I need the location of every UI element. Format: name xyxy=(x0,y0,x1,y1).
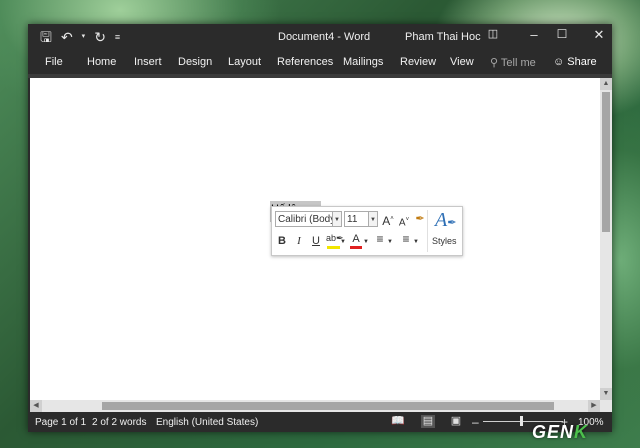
highlight-dropdown-icon[interactable]: ▼ xyxy=(340,235,346,249)
user-name[interactable]: Pham Thai Hoc xyxy=(405,31,481,43)
close-icon[interactable]: ✕ xyxy=(589,27,609,43)
zoom-slider-thumb[interactable] xyxy=(520,416,523,426)
tab-review[interactable]: Review xyxy=(400,56,436,68)
numbering-icon[interactable]: ≡ xyxy=(399,232,413,246)
genk-watermark-logo: GENK xyxy=(532,422,589,442)
title-bar: 🖫 ↶ ▾ ↻ ≡ Document4 - Word Pham Thai Hoc… xyxy=(28,24,612,50)
mini-toolbar: Calibri (Body) ▼ 11 ▼ A˄ A˅ ✒ B I U ab✒ … xyxy=(271,206,463,256)
mini-toolbar-divider xyxy=(427,210,428,252)
lightbulb-icon: ⚲ xyxy=(490,57,499,69)
numbering-dropdown-icon[interactable]: ▼ xyxy=(413,235,419,249)
tab-layout[interactable]: Layout xyxy=(228,56,261,68)
tab-file[interactable]: File xyxy=(45,56,63,68)
quick-access-toolbar: 🖫 ↶ ▾ ↻ ≡ xyxy=(40,28,120,46)
save-icon[interactable]: 🖫 xyxy=(40,28,52,46)
vertical-scroll-thumb[interactable] xyxy=(602,92,610,232)
status-bar: Page 1 of 1 2 of 2 words English (United… xyxy=(28,412,612,432)
page-count[interactable]: Page 1 of 1 xyxy=(35,417,86,428)
word-count[interactable]: 2 of 2 words xyxy=(92,417,146,428)
highlight-color-bar xyxy=(327,246,340,249)
font-color-dropdown-icon[interactable]: ▼ xyxy=(363,235,369,249)
undo-icon[interactable]: ↶ xyxy=(61,28,73,46)
tab-design[interactable]: Design xyxy=(178,56,212,68)
tab-view[interactable]: View xyxy=(450,56,474,68)
tab-home[interactable]: Home xyxy=(87,56,116,68)
scroll-left-icon[interactable]: ◀ xyxy=(30,400,42,412)
horizontal-scrollbar[interactable]: ◀ ▶ xyxy=(30,400,600,412)
underline-icon[interactable]: U xyxy=(310,234,322,248)
styles-icon[interactable]: A✒ xyxy=(435,209,456,232)
person-icon: ☺ xyxy=(553,56,565,68)
maximize-icon[interactable]: ☐ xyxy=(552,27,572,41)
scroll-up-icon[interactable]: ▲ xyxy=(600,78,612,90)
horizontal-scroll-thumb[interactable] xyxy=(102,402,554,410)
redo-icon[interactable]: ↻ xyxy=(94,28,106,46)
scrollbar-corner xyxy=(600,400,612,412)
web-layout-icon[interactable]: ▣ xyxy=(449,415,463,428)
font-color-icon[interactable]: A xyxy=(350,232,362,246)
highlight-icon[interactable]: ab✒ xyxy=(326,231,344,245)
language-indicator[interactable]: English (United States) xyxy=(156,417,258,428)
share-button[interactable]: ☺ Share xyxy=(553,52,603,72)
grow-font-icon[interactable]: A˄ xyxy=(382,212,394,228)
zoom-out-icon[interactable]: – xyxy=(472,415,479,429)
minimize-icon[interactable]: – xyxy=(524,27,544,42)
document-title: Document4 - Word xyxy=(278,31,371,43)
tab-mailings[interactable]: Mailings xyxy=(343,56,383,68)
tab-references[interactable]: References xyxy=(277,56,333,68)
undo-dropdown-icon[interactable]: ▾ xyxy=(82,28,86,46)
word-window: 🖫 ↶ ▾ ↻ ≡ Document4 - Word Pham Thai Hoc… xyxy=(28,24,612,432)
font-size-dropdown-icon[interactable]: ▼ xyxy=(368,211,378,227)
styles-label[interactable]: Styles xyxy=(432,236,457,246)
italic-icon[interactable]: I xyxy=(293,234,305,248)
tab-insert[interactable]: Insert xyxy=(134,56,162,68)
customize-icon[interactable]: ≡ xyxy=(115,28,120,46)
share-label: Share xyxy=(567,56,597,68)
bold-icon[interactable]: B xyxy=(276,234,288,248)
ribbon-display-options-icon[interactable]: ◫ xyxy=(483,27,503,40)
scroll-right-icon[interactable]: ▶ xyxy=(588,400,600,412)
tell-me-label: Tell me xyxy=(500,57,536,69)
font-color-bar xyxy=(350,246,362,249)
shrink-font-icon[interactable]: A˅ xyxy=(398,213,410,230)
bullets-dropdown-icon[interactable]: ▼ xyxy=(387,235,393,249)
read-mode-icon[interactable]: 📖 xyxy=(391,415,405,428)
bullets-icon[interactable]: ≡ xyxy=(373,232,387,246)
scroll-down-icon[interactable]: ▼ xyxy=(600,388,612,400)
format-painter-icon[interactable]: ✒ xyxy=(414,212,426,226)
document-canvas[interactable]: Hế lô.... Calibri (Body) ▼ 11 ▼ A˄ A˅ ✒ … xyxy=(30,78,600,400)
vertical-scrollbar[interactable]: ▲ ▼ xyxy=(600,78,612,400)
ribbon-tabs: File Home Insert Design Layout Reference… xyxy=(28,50,612,74)
print-layout-icon[interactable]: ▤ xyxy=(421,415,435,428)
font-name-dropdown-icon[interactable]: ▼ xyxy=(332,211,342,227)
tell-me-box[interactable]: ⚲ Tell me xyxy=(490,56,536,69)
